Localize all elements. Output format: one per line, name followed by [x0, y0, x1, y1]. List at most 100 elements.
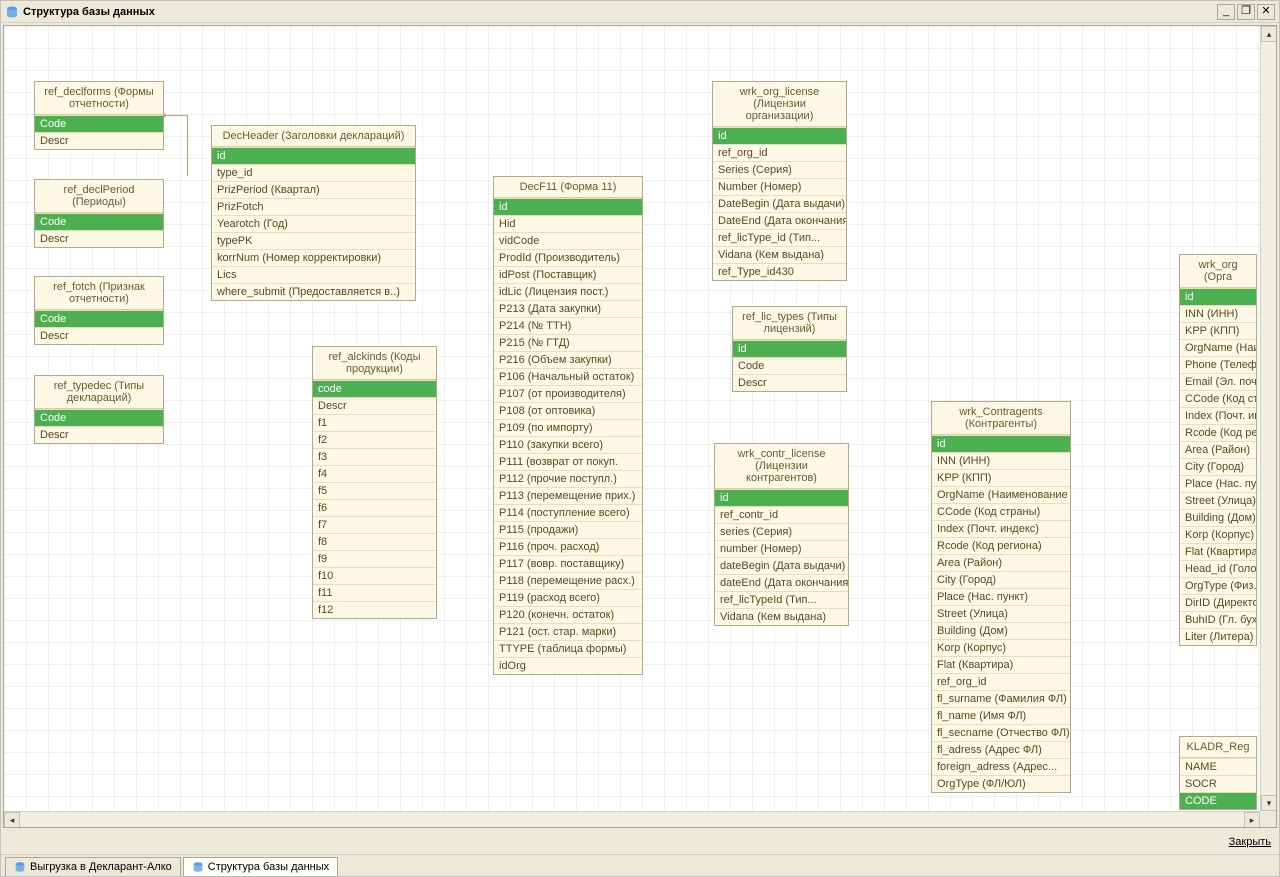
close-link[interactable]: Закрыть [1229, 836, 1271, 848]
table-field[interactable]: f1 [313, 414, 436, 431]
table-field[interactable]: Descr [35, 132, 163, 149]
vscroll-track[interactable] [1261, 42, 1276, 795]
table-field[interactable]: P109 (по импорту) [494, 419, 642, 436]
table-field[interactable]: type_id [212, 164, 415, 181]
table-field[interactable]: P213 (Дата закупки) [494, 300, 642, 317]
table-field[interactable]: P214 (№ ТТН) [494, 317, 642, 334]
table-field[interactable]: Series (Серия) [713, 161, 846, 178]
table-field[interactable]: ref_licTypeId (Тип... [715, 591, 848, 608]
table-field[interactable]: fl_secname (Отчество ФЛ) [932, 724, 1070, 741]
table-field[interactable]: f12 [313, 601, 436, 618]
table-field[interactable]: CCode (Код стр [1180, 390, 1256, 407]
table-ref_fotch[interactable]: ref_fotch (Признак отчетности)CodeDescr [34, 276, 164, 345]
table-field[interactable]: INN (ИНН) [932, 452, 1070, 469]
table-field[interactable]: P108 (от оптовика) [494, 402, 642, 419]
table-field[interactable]: Yearotch (Год) [212, 215, 415, 232]
table-field[interactable]: series (Серия) [715, 523, 848, 540]
table-field[interactable]: P120 (конечн. остаток) [494, 606, 642, 623]
table-field[interactable]: Korp (Корпус) [932, 639, 1070, 656]
table-field[interactable]: Descr [313, 397, 436, 414]
table-field[interactable]: P119 (расход всего) [494, 589, 642, 606]
scroll-left-button[interactable]: ◂ [4, 812, 20, 828]
table-field[interactable]: ref_licType_id (Тип... [713, 229, 846, 246]
table-wrk_Contragents[interactable]: wrk_Contragents (Контрагенты)idINN (ИНН)… [931, 401, 1071, 793]
table-field[interactable]: Descr [35, 327, 163, 344]
table-field[interactable]: Place (Нас. пун [1180, 475, 1256, 492]
table-KLADR_Reg[interactable]: KLADR_RegNAMESOCRCODE [1179, 736, 1257, 810]
table-field[interactable]: CCode (Код страны) [932, 503, 1070, 520]
table-field[interactable]: Index (Почт. индекс) [932, 520, 1070, 537]
diagram-canvas[interactable]: ref_declforms (Формы отчетности)CodeDesc… [4, 26, 1260, 811]
maximize-button[interactable]: ❐ [1237, 4, 1255, 20]
table-field[interactable]: Lics [212, 266, 415, 283]
table-field[interactable]: Hid [494, 215, 642, 232]
table-field[interactable]: Area (Район) [1180, 441, 1256, 458]
table-field[interactable]: Building (Дом) [1180, 509, 1256, 526]
tab-export[interactable]: Выгрузка в Декларант-Алко [5, 857, 181, 876]
table-field[interactable]: KPP (КПП) [1180, 322, 1256, 339]
table-field[interactable]: korrNum (Номер корректировки) [212, 249, 415, 266]
table-field[interactable]: id [494, 198, 642, 215]
table-field[interactable]: f3 [313, 448, 436, 465]
table-field[interactable]: f8 [313, 533, 436, 550]
table-field[interactable]: f10 [313, 567, 436, 584]
table-field[interactable]: ProdId (Производитель) [494, 249, 642, 266]
table-field[interactable]: id [713, 127, 846, 144]
table-field[interactable]: P111 (возврат от покуп. [494, 453, 642, 470]
table-ref_lic_types[interactable]: ref_lic_types (Типы лицензий)idCodeDescr [732, 306, 847, 392]
horizontal-scrollbar[interactable]: ◂ ▸ [4, 811, 1260, 827]
table-field[interactable]: Code [35, 115, 163, 132]
table-field[interactable]: ref_org_id [713, 144, 846, 161]
table-field[interactable]: Vidana (Кем выдана) [713, 246, 846, 263]
table-field[interactable]: vidCode [494, 232, 642, 249]
table-field[interactable]: Code [35, 409, 163, 426]
table-field[interactable]: id [715, 489, 848, 506]
table-field[interactable]: Descr [35, 230, 163, 247]
table-field[interactable]: Index (Почт. ин [1180, 407, 1256, 424]
table-field[interactable]: id [212, 147, 415, 164]
table-field[interactable]: Descr [35, 426, 163, 443]
table-field[interactable]: CODE [1180, 792, 1256, 809]
table-field[interactable]: Liter (Литера) [1180, 628, 1256, 645]
table-field[interactable]: Flat (Квартира) [1180, 543, 1256, 560]
table-field[interactable]: f9 [313, 550, 436, 567]
table-field[interactable]: Email (Эл. почта [1180, 373, 1256, 390]
table-field[interactable]: id [733, 340, 846, 357]
table-field[interactable]: Street (Улица) [932, 605, 1070, 622]
table-field[interactable]: f4 [313, 465, 436, 482]
table-field[interactable]: idLic (Лицензия пост.) [494, 283, 642, 300]
table-field[interactable]: Code [35, 213, 163, 230]
table-field[interactable]: P121 (ост. стар. марки) [494, 623, 642, 640]
table-wrk_org[interactable]: wrk_org (ОргаidINN (ИНН)KPP (КПП)OrgName… [1179, 254, 1257, 646]
table-field[interactable]: Rcode (Код региона) [932, 537, 1070, 554]
table-wrk_org_license[interactable]: wrk_org_license (Лицензии организации)id… [712, 81, 847, 281]
table-field[interactable]: P112 (прочие поступл.) [494, 470, 642, 487]
table-field[interactable]: TTYPE (таблица формы) [494, 640, 642, 657]
table-ref_declforms[interactable]: ref_declforms (Формы отчетности)CodeDesc… [34, 81, 164, 150]
table-field[interactable]: ref_contr_id [715, 506, 848, 523]
scroll-up-button[interactable]: ▴ [1261, 26, 1277, 42]
table-field[interactable]: Street (Улица) [1180, 492, 1256, 509]
table-field[interactable]: City (Город) [932, 571, 1070, 588]
table-field[interactable]: P118 (перемещение расх.) [494, 572, 642, 589]
table-field[interactable]: f6 [313, 499, 436, 516]
table-field[interactable]: OrgName (Наименование [932, 486, 1070, 503]
table-ref_alckinds[interactable]: ref_alckinds (Коды продукции)codeDescrf1… [312, 346, 437, 619]
table-field[interactable]: P114 (поступление всего) [494, 504, 642, 521]
table-field[interactable]: f7 [313, 516, 436, 533]
table-field[interactable]: INN (ИНН) [1180, 305, 1256, 322]
table-field[interactable]: Vidana (Кем выдана) [715, 608, 848, 625]
table-wrk_contr_license[interactable]: wrk_contr_license (Лицензии контрагентов… [714, 443, 849, 626]
table-field[interactable]: P115 (продажи) [494, 521, 642, 538]
table-field[interactable]: ref_Type_id430 [713, 263, 846, 280]
table-field[interactable]: number (Номер) [715, 540, 848, 557]
table-field[interactable]: Head_id (Голов [1180, 560, 1256, 577]
table-field[interactable]: id [932, 435, 1070, 452]
table-ref_typedec[interactable]: ref_typedec (Типы деклараций)CodeDescr [34, 375, 164, 444]
table-field[interactable]: P106 (Начальный остаток) [494, 368, 642, 385]
table-field[interactable]: P216 (Объем закупки) [494, 351, 642, 368]
table-field[interactable]: PrizPeriod (Квартал) [212, 181, 415, 198]
table-field[interactable]: f11 [313, 584, 436, 601]
table-field[interactable]: fl_name (Имя ФЛ) [932, 707, 1070, 724]
table-field[interactable]: dateBegin (Дата выдачи) [715, 557, 848, 574]
